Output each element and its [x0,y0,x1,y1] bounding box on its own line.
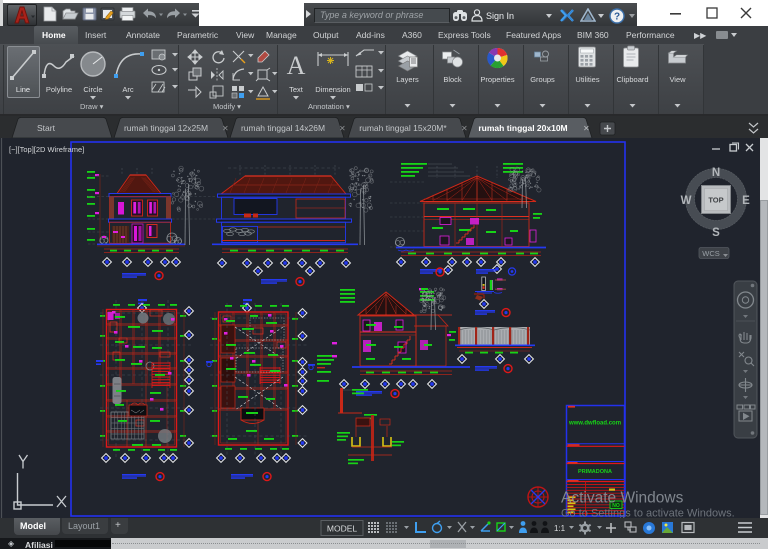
svg-text:rumah tinggal 20x10M: rumah tinggal 20x10M [478,123,567,133]
svg-text:Layers: Layers [396,75,419,84]
svg-text:✕: ✕ [583,124,590,133]
svg-text:Go to Settings to activate Win: Go to Settings to activate Windows. [561,508,735,519]
svg-text:A: A [287,51,306,80]
svg-text:Clipboard: Clipboard [616,75,648,84]
svg-text:Text: Text [289,85,304,94]
svg-text:Activate Windows: Activate Windows [561,490,684,507]
svg-text:Line: Line [16,85,30,94]
svg-text:MODEL: MODEL [327,524,358,534]
svg-text:Start: Start [37,123,56,133]
svg-text:Dimension: Dimension [315,85,350,94]
svg-text:PRIMADONA: PRIMADONA [578,469,612,475]
svg-text:rumah tinggal 12x25M: rumah tinggal 12x25M [124,123,208,133]
svg-text:S: S [712,227,720,239]
svg-text:N: N [712,167,720,179]
svg-text:✕: ✕ [222,124,229,133]
svg-text:www.dwfload.com: www.dwfload.com [568,421,621,427]
svg-text:Utilities: Utilities [575,75,599,84]
svg-text:[−][Top][2D Wireframe]: [−][Top][2D Wireframe] [9,145,84,154]
svg-text:WCS: WCS [702,249,720,258]
svg-text:Block: Block [443,75,462,84]
svg-text:TOP: TOP [708,196,723,205]
svg-text:✕: ✕ [461,124,468,133]
svg-text:1:1: 1:1 [554,524,566,533]
svg-text:Arc: Arc [122,85,134,94]
svg-text:Properties: Properties [480,75,514,84]
svg-text:Circle: Circle [83,85,102,94]
svg-text:Polyline: Polyline [46,85,72,94]
svg-text:View: View [669,75,686,84]
svg-text:rumah tinggal 15x20M*: rumah tinggal 15x20M* [359,123,447,133]
svg-text:W: W [681,195,692,207]
svg-text:E: E [742,195,750,207]
svg-text:✕: ✕ [339,124,346,133]
svg-text:rumah tinggal 14x26M: rumah tinggal 14x26M [241,123,325,133]
svg-text:Groups: Groups [530,75,555,84]
svg-text:?: ? [614,12,620,23]
